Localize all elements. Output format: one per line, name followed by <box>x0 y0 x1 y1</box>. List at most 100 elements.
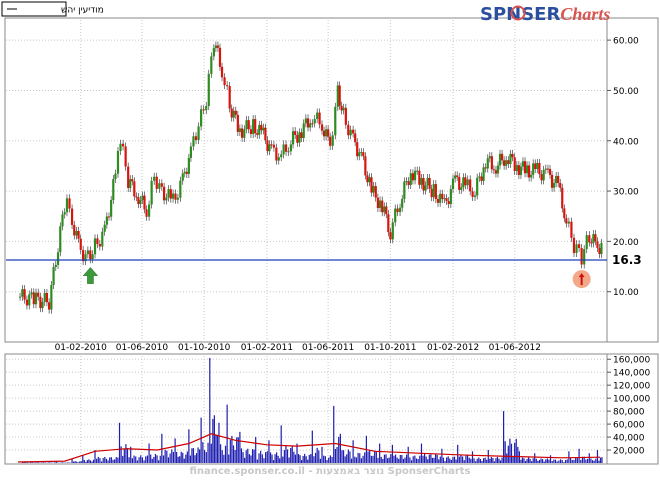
date-tick-label: 01-06-2012 <box>489 343 541 353</box>
price-candle-up <box>487 158 489 168</box>
volume-bar <box>505 441 506 463</box>
volume-bar <box>331 457 332 463</box>
price-candle-up <box>467 179 469 185</box>
price-candle-down <box>469 179 471 191</box>
volume-bar <box>166 451 167 463</box>
price-candle-down <box>389 232 391 239</box>
volume-bar <box>387 458 388 463</box>
volume-bar <box>454 457 455 463</box>
volume-bar <box>530 459 531 463</box>
price-candle-up <box>44 293 46 302</box>
price-candle-down <box>491 156 493 169</box>
price-candle-up <box>401 199 403 208</box>
volume-bar <box>446 457 447 463</box>
price-candle-down <box>549 169 551 175</box>
volume-bar <box>211 444 212 463</box>
volume-bar <box>233 445 234 463</box>
price-candle-down <box>203 109 205 110</box>
volume-bar <box>268 440 269 463</box>
volume-tick-label: 60,000 <box>613 421 645 431</box>
volume-bar <box>448 456 449 463</box>
volume-bar <box>225 446 226 463</box>
price-candle-up <box>287 151 289 152</box>
volume-bar <box>318 450 319 463</box>
price-candle-down <box>408 181 410 185</box>
volume-bar <box>153 457 154 463</box>
volume-bar <box>540 458 541 463</box>
price-candle-up <box>439 194 441 203</box>
volume-bar <box>328 458 329 463</box>
price-candle-down <box>559 183 561 188</box>
volume-bar <box>109 457 110 463</box>
volume-bar <box>404 458 405 463</box>
volume-bar <box>411 460 412 463</box>
volume-bar <box>106 459 107 463</box>
volume-bar <box>424 454 425 463</box>
volume-bar <box>295 455 296 463</box>
volume-bar <box>191 448 192 463</box>
volume-bar <box>406 455 407 463</box>
volume-bar <box>125 444 126 463</box>
volume-bar <box>176 452 177 463</box>
volume-bar <box>250 455 251 463</box>
volume-bar <box>207 443 208 463</box>
volume-bar <box>304 454 305 463</box>
price-tick-label: 50.00 <box>613 87 639 97</box>
volume-bar <box>440 457 441 463</box>
price-candle-up <box>104 225 106 232</box>
volume-bar <box>338 437 339 463</box>
volume-bar <box>236 437 237 463</box>
price-candle-up <box>215 46 217 49</box>
price-candle-up <box>403 182 405 199</box>
volume-bar <box>460 454 461 463</box>
volume-bar <box>212 419 213 463</box>
price-candle-down <box>135 196 137 197</box>
volume-bar <box>127 448 128 463</box>
volume-bar <box>459 457 460 463</box>
volume-bar <box>273 460 274 463</box>
price-candle-up <box>283 144 285 154</box>
volume-bar <box>544 462 545 463</box>
price-tick-label: 10.00 <box>613 288 639 298</box>
price-candle-up <box>129 179 131 188</box>
price-candle-down <box>125 146 127 166</box>
volume-bar <box>376 452 377 463</box>
volume-bar <box>438 459 439 463</box>
volume-bar <box>182 453 183 463</box>
price-candle-up <box>555 176 557 183</box>
volume-bar <box>36 462 37 463</box>
volume-bar <box>511 444 512 463</box>
volume-bar <box>514 443 515 463</box>
volume-bar <box>138 457 139 463</box>
volume-bar <box>185 455 186 463</box>
price-candle-down <box>231 109 233 118</box>
volume-bar <box>124 449 125 463</box>
volume-bar <box>548 460 549 463</box>
volume-bar <box>298 454 299 463</box>
volume-bar <box>60 462 61 463</box>
price-candle-up <box>305 118 307 123</box>
price-candle-down <box>370 177 372 192</box>
price-candle-down <box>137 197 139 204</box>
volume-bar <box>88 459 89 463</box>
price-candle-down <box>435 184 437 199</box>
volume-bar <box>464 460 465 463</box>
price-candle-up <box>141 196 143 200</box>
volume-bar <box>389 458 390 463</box>
price-candle-down <box>248 120 250 129</box>
price-candle-up <box>332 135 334 145</box>
volume-bar <box>472 451 473 463</box>
price-candle-up <box>158 183 160 189</box>
volume-bar <box>171 449 172 463</box>
volume-bar <box>287 449 288 463</box>
price-candle-down <box>174 194 176 200</box>
volume-bar <box>341 450 342 463</box>
price-candle-up <box>450 189 452 204</box>
price-candle-up <box>420 178 422 185</box>
price-candle-up <box>600 243 602 254</box>
volume-bar <box>398 459 399 463</box>
volume-bar <box>160 456 161 463</box>
price-candle-down <box>503 160 505 165</box>
price-candle-up <box>50 285 52 310</box>
volume-bar <box>531 461 532 463</box>
